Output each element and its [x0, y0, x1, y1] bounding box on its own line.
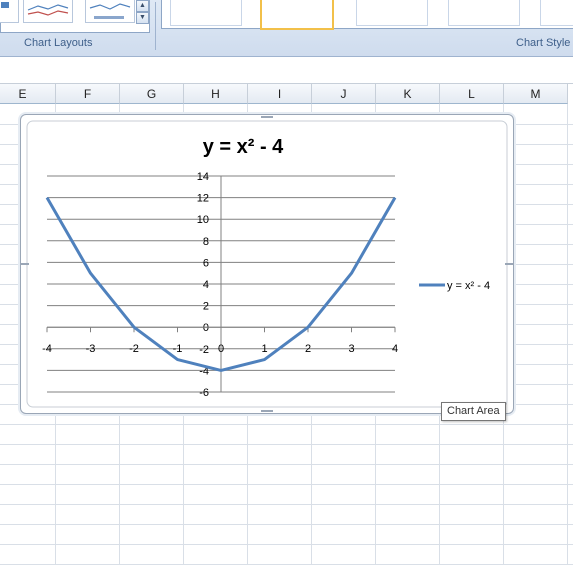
- column-header-e[interactable]: E: [0, 84, 56, 104]
- y-tick-label: -2: [199, 344, 209, 356]
- chart-style-swatch[interactable]: [448, 0, 520, 26]
- y-tick-label: 4: [203, 279, 209, 291]
- legend: y = x² - 4: [419, 280, 490, 292]
- column-header-g[interactable]: G: [120, 84, 184, 104]
- chart-area[interactable]: y = x² - 4 14 12 10 8 6 4 2 0 -2 -4 -6 -4 -3 -2 -1 0 1 2 3 4…: [20, 114, 514, 414]
- group-separator: [155, 2, 156, 50]
- chart-inner-border: [26, 120, 508, 408]
- resize-handle: [505, 263, 513, 265]
- x-tick-label: -1: [173, 343, 183, 355]
- column-header-k[interactable]: K: [376, 84, 440, 104]
- legend-label: y = x² - 4: [447, 280, 490, 292]
- y-tick-label: 2: [203, 301, 209, 313]
- y-tick-label: 14: [197, 171, 209, 183]
- column-header-f[interactable]: F: [56, 84, 120, 104]
- y-tick-label: 10: [197, 214, 209, 226]
- x-tick-label: 4: [392, 343, 398, 355]
- chart-layout-thumbnail[interactable]: [85, 0, 135, 23]
- line-chart[interactable]: y = x² - 414121086420-2-4-6-4 -3 -2 -1 0 1 2 3 4…: [21, 115, 513, 413]
- chart-style-swatch-selected[interactable]: [260, 0, 334, 30]
- column-header-l[interactable]: L: [440, 84, 504, 104]
- column-header-j[interactable]: J: [312, 84, 376, 104]
- gallery-more-button[interactable]: ▼: [136, 12, 149, 24]
- y-tick-label: 6: [203, 257, 209, 269]
- chart-title: y = x² - 4: [203, 136, 284, 158]
- x-tick-label: 1: [261, 343, 267, 355]
- chart-styles-group-label: Chart Style: [516, 37, 571, 49]
- chart-layout-thumbnail[interactable]: [0, 0, 19, 23]
- chart-style-swatch[interactable]: [170, 0, 242, 26]
- chart-layouts-gallery[interactable]: ▲ ▼: [0, 0, 150, 33]
- x-tick-label: 0: [218, 343, 224, 355]
- y-tick-label: 12: [197, 193, 209, 205]
- chart-style-swatch[interactable]: [356, 0, 428, 26]
- resize-handle: [261, 410, 273, 412]
- chart-styles-gallery[interactable]: [161, 0, 573, 30]
- resize-handle: [261, 116, 273, 118]
- chart-layout-thumbnail[interactable]: [23, 0, 73, 23]
- y-tick-label: -6: [199, 387, 209, 399]
- y-tick-label: 0: [203, 322, 209, 334]
- column-header-m[interactable]: M: [504, 84, 568, 104]
- resize-handle: [21, 263, 29, 265]
- ribbon: ▲ ▼ Chart Layouts Chart Style: [0, 0, 573, 57]
- x-tick-label: -4: [42, 343, 52, 355]
- x-tick-label: 2: [305, 343, 311, 355]
- x-tick-label: 3: [348, 343, 354, 355]
- chart-layouts-group-label: Chart Layouts: [24, 37, 93, 49]
- x-tick-label: -2: [129, 343, 139, 355]
- formula-bar-area: [0, 57, 573, 84]
- chart-area-tooltip: Chart Area: [441, 402, 506, 421]
- x-tick-label: -3: [86, 343, 96, 355]
- gallery-scroll-up-button[interactable]: ▲: [136, 0, 149, 12]
- y-tick-label: 8: [203, 236, 209, 248]
- chart-style-swatch[interactable]: [540, 0, 573, 26]
- column-header-h[interactable]: H: [184, 84, 248, 104]
- column-header-i[interactable]: I: [248, 84, 312, 104]
